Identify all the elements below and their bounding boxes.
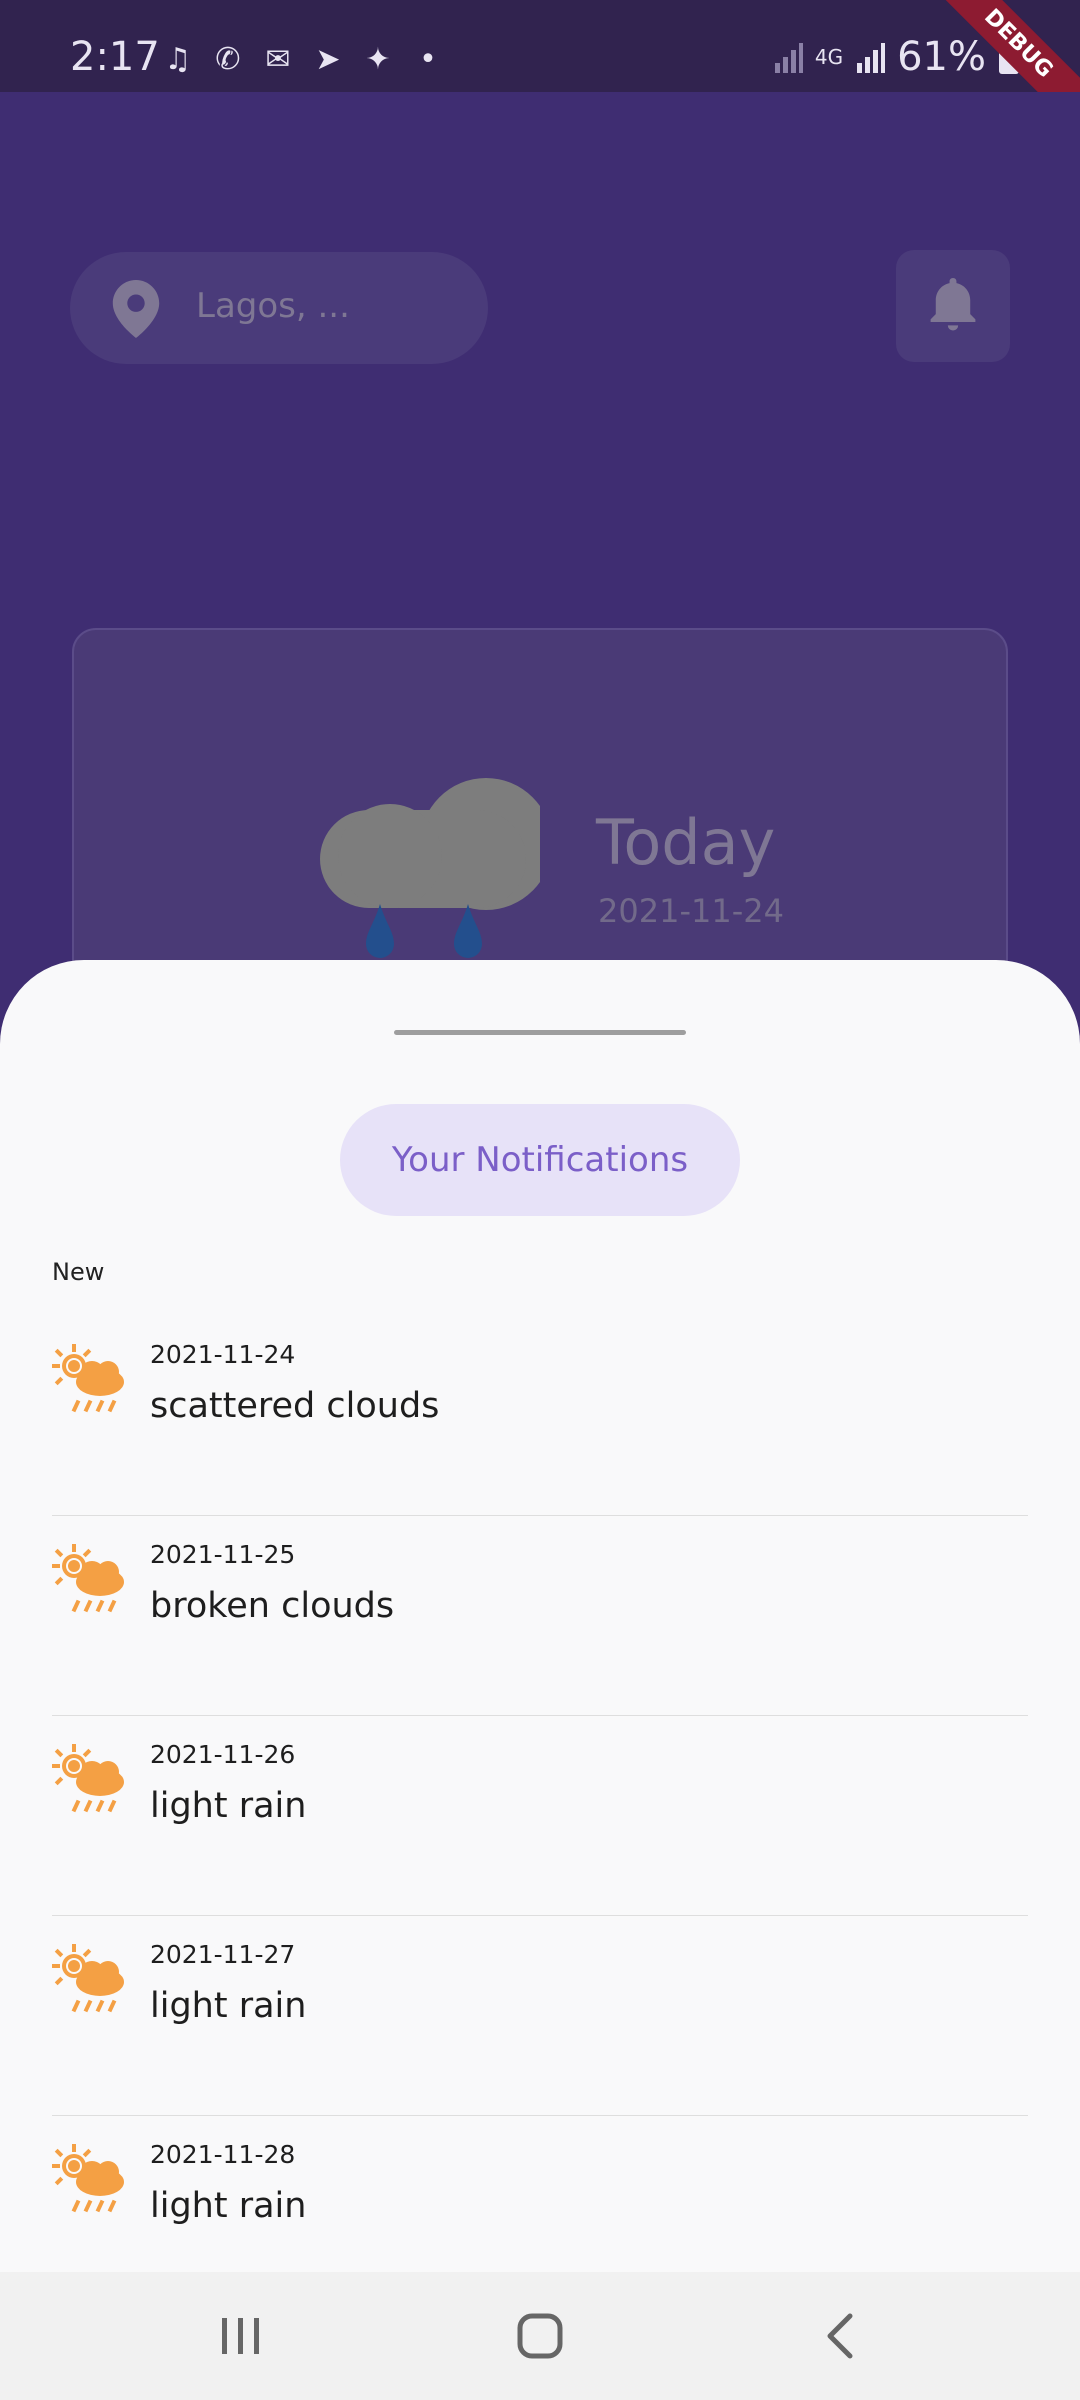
sun-rain-icon: [52, 1344, 124, 1413]
notification-item[interactable]: 2021-11-27 light rain: [52, 1916, 1028, 2116]
whatsapp-icon: ✆: [215, 42, 241, 77]
rain-cloud-icon: [320, 778, 540, 958]
recent-apps-icon[interactable]: [208, 2304, 272, 2368]
notification-description: light rain: [150, 2186, 307, 2226]
notification-item[interactable]: 2021-11-26 light rain: [52, 1716, 1028, 1916]
sun-rain-icon: [52, 1544, 124, 1613]
signal-icon-2: [857, 43, 886, 73]
notification-icons: ♫ ✆ ✉ ➤ ✦ •: [158, 40, 448, 80]
bell-icon: [930, 278, 976, 331]
twitter-icon: ✦: [365, 42, 391, 77]
status-right: 4G 61%: [773, 34, 1020, 80]
location-text: Lagos, ...: [196, 286, 350, 326]
message-icon: ✉: [265, 42, 291, 77]
notification-date: 2021-11-28: [150, 2140, 296, 2169]
dot-icon: •: [419, 42, 437, 77]
notification-item[interactable]: 2021-11-25 broken clouds: [52, 1516, 1028, 1716]
location-pin-icon: [112, 280, 160, 338]
music-icon: ♫: [164, 42, 192, 77]
notification-description: broken clouds: [150, 1586, 395, 1626]
sun-rain-icon: [52, 1944, 124, 2013]
battery-percent: 61%: [897, 34, 986, 80]
notification-description: light rain: [150, 1986, 307, 2026]
day-label: Today: [596, 806, 776, 879]
card-date: 2021-11-24: [598, 892, 784, 930]
signal-icon: [774, 43, 803, 73]
network-label: 4G: [814, 45, 844, 69]
notification-date: 2021-11-26: [150, 1740, 296, 1769]
location-search[interactable]: Lagos, ...: [70, 252, 488, 364]
status-time: 2:17: [70, 34, 160, 80]
send-icon: ➤: [315, 42, 341, 77]
home-icon[interactable]: [508, 2304, 572, 2368]
sun-rain-icon: [52, 2144, 124, 2213]
notifications-title: Your Notifications: [340, 1104, 740, 1216]
notification-description: light rain: [150, 1786, 307, 1826]
back-icon[interactable]: [810, 2304, 874, 2368]
notification-list: 2021-11-24 scattered clouds 2021-11-25 b…: [52, 1316, 1028, 2316]
section-label-new: New: [52, 1258, 105, 1286]
notification-date: 2021-11-27: [150, 1940, 296, 1969]
notifications-sheet: Your Notifications New 2021-11-24 scatte…: [0, 960, 1080, 2272]
notification-date: 2021-11-24: [150, 1340, 296, 1369]
notification-item[interactable]: 2021-11-24 scattered clouds: [52, 1316, 1028, 1516]
status-bar: 2:17 ♫ ✆ ✉ ➤ ✦ • 4G 61% DEBUG: [0, 0, 1080, 136]
sheet-drag-handle[interactable]: [394, 1030, 686, 1035]
notification-description: scattered clouds: [150, 1386, 440, 1426]
system-nav-bar: [0, 2272, 1080, 2400]
notifications-button[interactable]: [896, 250, 1010, 362]
notification-date: 2021-11-25: [150, 1540, 296, 1569]
sun-rain-icon: [52, 1744, 124, 1813]
home-screen: Lagos, ... Today 2021-11-24: [0, 92, 1080, 1092]
